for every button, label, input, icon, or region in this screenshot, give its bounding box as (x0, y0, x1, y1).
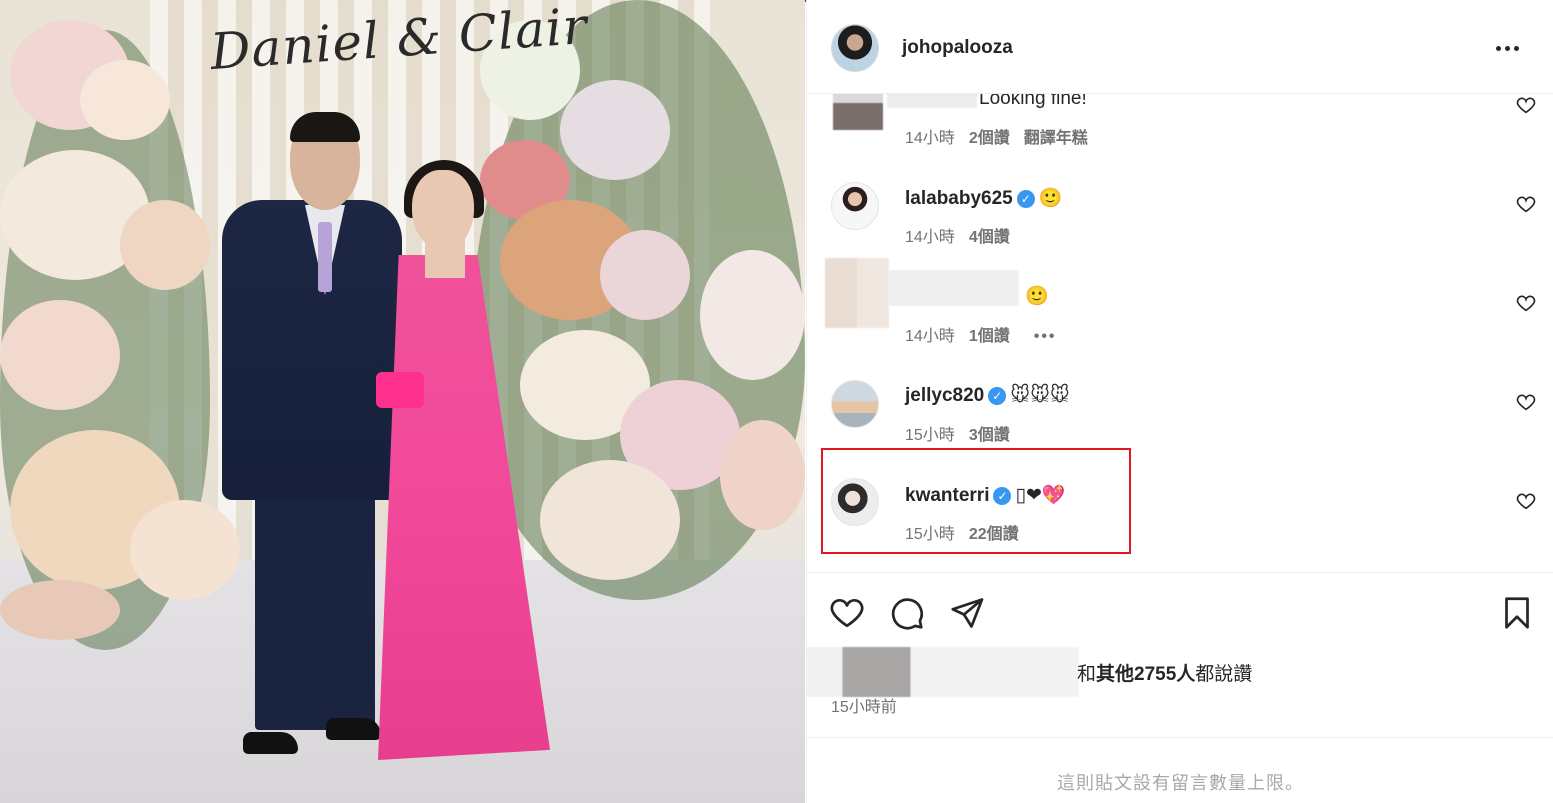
comments-limited-notice: 這則貼文設有留言數量上限。 (807, 737, 1553, 803)
bookmark-icon[interactable] (1499, 595, 1535, 631)
post-photo[interactable]: Daniel & Clair (0, 0, 805, 803)
man-tie (318, 222, 332, 292)
comment-text: 🐭🐭🐭 (1010, 384, 1070, 406)
flower (720, 420, 805, 530)
comment-text: 🙂 (1025, 285, 1049, 307)
man-hair (290, 112, 360, 142)
flower (80, 60, 170, 140)
more-options-icon[interactable] (1487, 36, 1527, 60)
author-avatar[interactable] (831, 24, 879, 72)
comment-translate[interactable]: 翻譯年糕 (1024, 130, 1088, 147)
blurred-likers (807, 647, 1079, 697)
flower (0, 300, 120, 410)
commenter-avatar[interactable] (831, 182, 879, 230)
comment-likes[interactable]: 2個讚 (969, 130, 1010, 147)
shoe (326, 718, 381, 740)
comment-bubble-icon[interactable] (889, 595, 925, 631)
blurred-avatar (825, 258, 889, 328)
comment-time[interactable]: 14小時 (905, 130, 955, 147)
commenter-username[interactable]: jellyc820 (905, 385, 984, 406)
flower (700, 250, 805, 380)
red-highlight-box (821, 448, 1131, 554)
likes-prefix: 和 (1077, 664, 1097, 685)
flower (560, 80, 670, 180)
comment-meta: 14小時 4個讚 (905, 223, 1010, 247)
woman-head (412, 170, 474, 250)
comment-header: jellyc820 ✓ 🐭🐭🐭 (905, 384, 1070, 407)
author-username[interactable]: johopalooza (902, 37, 1013, 59)
comment-time[interactable]: 14小時 (905, 229, 955, 246)
likes-suffix: 都說讚 (1195, 664, 1253, 685)
comment-meta: 15小時 3個讚 (905, 421, 1010, 445)
comment-text: 🙂 (1038, 187, 1063, 209)
likes-count[interactable]: 其他2755人 (1096, 664, 1195, 685)
comment-meta: 14小時 2個讚 翻譯年糕 (905, 124, 1088, 148)
flower (600, 230, 690, 320)
flower (540, 460, 680, 580)
share-paper-plane-icon[interactable] (949, 595, 985, 631)
flower (120, 200, 210, 290)
heart-icon[interactable] (1515, 490, 1537, 512)
comment-header: lalababy625 ✓ 🙂 (905, 186, 1062, 210)
post-side-panel: johopalooza Looking fine! 14小時 2個讚 翻譯年糕 la… (806, 0, 1553, 803)
heart-icon[interactable] (1515, 292, 1537, 314)
heart-icon[interactable] (1515, 193, 1537, 215)
commenter-avatar[interactable] (831, 380, 879, 428)
verified-badge-icon: ✓ (1016, 190, 1035, 208)
shoe (243, 732, 298, 754)
page: Daniel & Clair johopalooza Looking fine!… (0, 0, 1553, 803)
post-actions: 和其他2755人都說讚 15小時前 (807, 572, 1553, 736)
comment-time[interactable]: 15小時 (905, 427, 955, 444)
flower (0, 580, 120, 640)
comment-header: 🙂 (1025, 284, 1049, 308)
comments-limited-text: 這則貼文設有留言數量上限。 (1057, 773, 1304, 793)
comment-meta: 14小時 1個讚 ••• (905, 322, 1057, 346)
likes-summary[interactable]: 和其他2755人都說讚 (1077, 659, 1252, 686)
post-timestamp[interactable]: 15小時前 (831, 693, 897, 717)
blurred-username (889, 270, 1019, 306)
comment-likes[interactable]: 4個讚 (969, 229, 1010, 246)
man-suit (222, 200, 402, 500)
comment-likes[interactable]: 1個讚 (969, 328, 1010, 345)
commenter-username[interactable]: lalababy625 (905, 188, 1013, 209)
like-heart-icon[interactable] (829, 595, 865, 631)
flower (130, 500, 240, 600)
comment-likes[interactable]: 3個讚 (969, 427, 1010, 444)
heart-icon[interactable] (1515, 391, 1537, 413)
comment-options-icon[interactable]: ••• (1034, 328, 1057, 345)
comment-time[interactable]: 14小時 (905, 328, 955, 345)
pink-handbag (376, 372, 424, 408)
heart-icon[interactable] (1515, 94, 1537, 116)
post-header: johopalooza (807, 2, 1553, 94)
verified-badge-icon: ✓ (988, 387, 1007, 405)
